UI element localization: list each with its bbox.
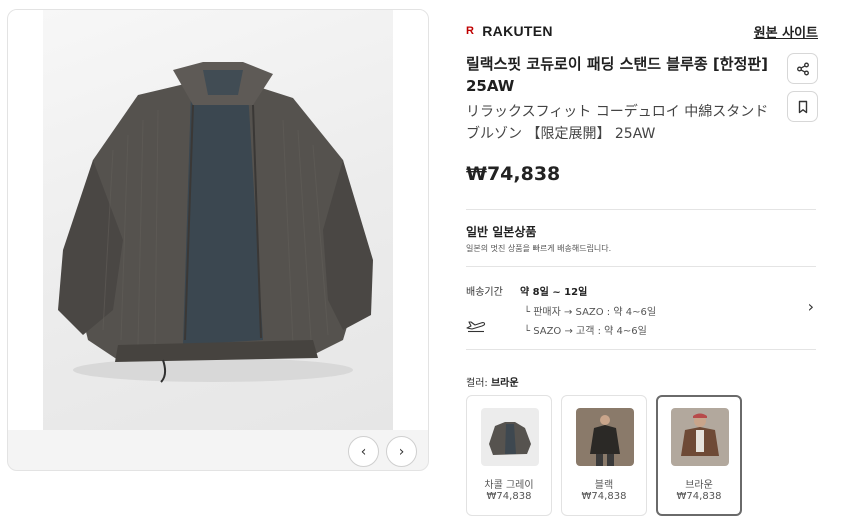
color-option-brown[interactable]: 브라운 ₩74,838 (656, 395, 742, 516)
title-block: 릴랙스핏 코듀로이 패딩 스탠드 블루종 [한정판] 25AW リラックスフィッ… (466, 53, 818, 145)
gallery-prev-button[interactable]: ‹ (348, 436, 379, 467)
bookmark-button[interactable] (787, 91, 818, 122)
color-option-price: ₩74,838 (581, 491, 627, 502)
color-option-price: ₩74,838 (486, 491, 532, 502)
color-option-name: 블랙 (594, 480, 614, 491)
divider (466, 349, 816, 350)
original-site-link[interactable]: 원본 사이트 (754, 22, 818, 41)
airplane-icon (466, 321, 486, 333)
color-options: 차콜 그레이 ₩74,838 블랙 ₩74,838 브라운 ₩74,838 (466, 395, 818, 517)
share-icon (796, 62, 809, 75)
chevron-right-icon: › (398, 443, 405, 460)
store-row: R RAKUTEN 원본 사이트 (466, 18, 818, 44)
product-type-title: 일반 일본상품 (466, 225, 537, 239)
color-option-price: ₩74,838 (676, 491, 722, 502)
color-option-name: 차콜 그레이 (484, 480, 534, 491)
product-title-ko: 릴랙스핏 코듀로이 패딩 스탠드 블루종 [한정판] 25AW (466, 55, 769, 95)
product-type-info: 일반 일본상품 일본의 멋진 상품을 빠르게 배송해드립니다. (466, 210, 818, 266)
jacket-image (58, 62, 373, 383)
color-thumb-charcoal-gray (481, 408, 539, 466)
shipping-leg-customer: └ SAZO → 고객 : 약 4~6일 (524, 326, 647, 337)
share-button[interactable] (787, 53, 818, 84)
color-thumb-brown (671, 408, 729, 466)
color-thumb-black (576, 408, 634, 466)
gallery-next-button[interactable]: › (386, 436, 417, 467)
store-name: R RAKUTEN (466, 23, 553, 39)
store-label: RAKUTEN (482, 23, 553, 39)
color-label: 컬러: 브라운 (466, 374, 818, 389)
color-label-prefix: 컬러: (466, 378, 491, 389)
shipping-detail-chevron-icon[interactable]: › (808, 297, 814, 316)
color-option-charcoal-gray[interactable]: 차콜 그레이 ₩74,838 (466, 395, 552, 516)
shipping-duration: 약 8일 ~ 12일 (520, 287, 588, 298)
color-selected-value: 브라운 (490, 378, 519, 389)
bookmark-icon (798, 100, 807, 113)
color-option-name: 브라운 (685, 480, 713, 491)
product-type-subtitle: 일본의 멋진 상품을 빠르게 배송해드립니다. (466, 244, 612, 253)
product-price: ₩74,838 (466, 163, 561, 185)
product-image-gallery: ‹ › (7, 9, 429, 471)
shipping-label: 배송기간 (466, 287, 503, 298)
shipping-section[interactable]: 배송기간 약 8일 ~ 12일 └ 판매자 → SAZO : 약 4~6일 └ … (466, 267, 818, 349)
color-option-black[interactable]: 블랙 ₩74,838 (561, 395, 647, 516)
product-title-ja: リラックスフィット コーデュロイ 中綿スタンドブルゾン 【限定展開】 25AW (466, 104, 769, 142)
chevron-left-icon: ‹ (360, 443, 367, 460)
product-info-panel: R RAKUTEN 원본 사이트 릴랙스핏 코듀로이 패딩 스탠드 블루종 [한… (466, 18, 818, 517)
shipping-leg-seller: └ 판매자 → SAZO : 약 4~6일 (524, 307, 657, 318)
product-photo[interactable] (8, 10, 428, 430)
rakuten-logo: R (466, 25, 475, 37)
